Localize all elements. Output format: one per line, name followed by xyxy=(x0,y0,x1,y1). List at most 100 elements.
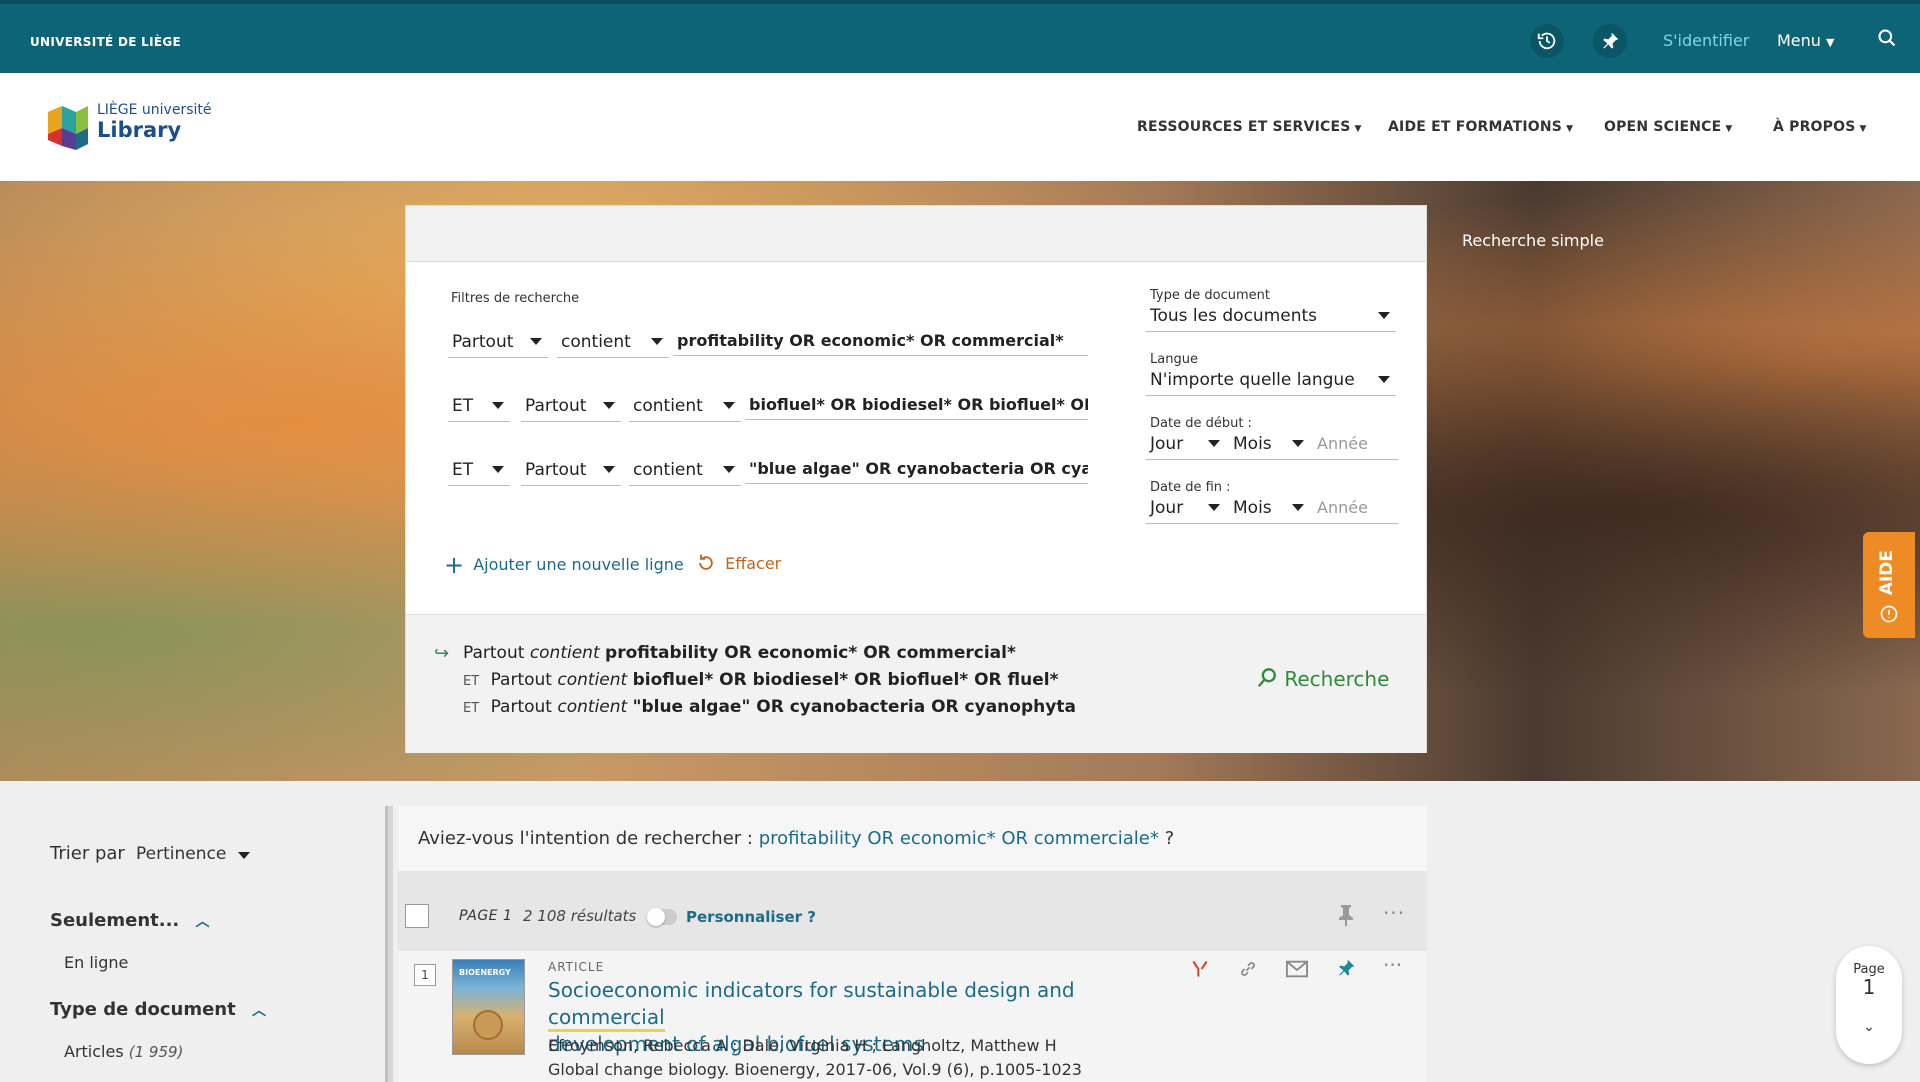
query-input-3[interactable]: "blue algae" OR cyanobacteria OR cyanoph xyxy=(745,454,1088,484)
doctype-label: Type de document xyxy=(1150,288,1270,303)
arrow-right-icon: ↪ xyxy=(434,643,450,664)
bool-select-2[interactable]: ET xyxy=(448,392,510,422)
end-day-select[interactable]: Jour xyxy=(1150,498,1183,518)
search-icon xyxy=(1257,668,1276,688)
select-value: contient xyxy=(633,396,703,416)
signin-link[interactable]: S'identifier xyxy=(1663,31,1749,50)
select-value: contient xyxy=(633,460,703,480)
cover-thumbnail[interactable]: BIOENERGY xyxy=(452,959,525,1055)
facet-articles[interactable]: Articles (1 959) xyxy=(64,1042,183,1061)
help-tab[interactable]: AIDE xyxy=(1863,532,1915,638)
nav-a-propos[interactable]: À PROPOS ▼ xyxy=(1773,119,1867,135)
bool-select-3[interactable]: ET xyxy=(448,456,510,486)
only-heading[interactable]: Seulement... ︿ xyxy=(50,910,210,931)
operator-select-2[interactable]: contient xyxy=(629,392,741,422)
summary-bool: ET xyxy=(463,701,480,716)
select-value: Jour xyxy=(1150,434,1184,454)
end-date-group: Jour Mois Année xyxy=(1146,494,1398,524)
results-area: Aviez-vous l'intention de rechercher : p… xyxy=(398,806,1427,1082)
more-options-icon[interactable]: ··· xyxy=(1383,953,1402,977)
logo-cube-icon xyxy=(48,106,88,150)
select-value: Partout xyxy=(525,460,587,480)
search-icon[interactable] xyxy=(1877,28,1897,52)
search-submit-button[interactable]: Recherche xyxy=(1256,667,1389,691)
select-value: Mois xyxy=(1233,498,1272,518)
pin-icon[interactable] xyxy=(1593,24,1627,58)
select-value: Tous les documents xyxy=(1150,306,1318,326)
select-value: contient xyxy=(561,332,631,352)
language-select[interactable]: N'importe quelle langue xyxy=(1146,366,1396,396)
query-text: profitability OR economic* OR commercial… xyxy=(677,331,1064,350)
end-month-select[interactable]: Mois xyxy=(1233,498,1272,518)
title-part-a: Socioeconomic indicators for sustainable… xyxy=(548,978,1075,1002)
select-value: Jour xyxy=(1150,498,1184,518)
nav-open-science[interactable]: OPEN SCIENCE ▼ xyxy=(1604,119,1733,135)
operator-select-1[interactable]: contient xyxy=(557,328,669,358)
sort-select[interactable]: Pertinence xyxy=(136,844,256,870)
facet-label: Articles xyxy=(64,1042,124,1061)
query-input-2[interactable]: biofluel* OR biodiesel* OR biofluel* OR … xyxy=(745,390,1088,420)
menu-label: Menu xyxy=(1777,31,1821,50)
nav-aide-formations[interactable]: AIDE ET FORMATIONS ▼ xyxy=(1388,119,1573,135)
citation-icon[interactable] xyxy=(1190,959,1210,983)
facets-sidebar: Trier par Pertinence Seulement... ︿ En l… xyxy=(0,781,390,1082)
pin-all-icon[interactable] xyxy=(1336,903,1356,931)
nav-ressources[interactable]: RESSOURCES ET SERVICES ▼ xyxy=(1137,119,1362,135)
start-year-input[interactable]: Année xyxy=(1317,434,1368,453)
start-month-select[interactable]: Mois xyxy=(1233,434,1272,454)
menu-button[interactable]: Menu ▼ xyxy=(1777,31,1835,50)
sidebar-divider[interactable] xyxy=(385,806,393,1082)
summary-operator: contient xyxy=(557,697,628,717)
chevron-down-icon[interactable]: ⌄ xyxy=(1836,1019,1902,1035)
site-header: LIÈGE université Library RESSOURCES ET S… xyxy=(0,73,1920,181)
nav-label: OPEN SCIENCE xyxy=(1604,119,1722,135)
facet-online[interactable]: En ligne xyxy=(64,953,128,972)
field-select-1[interactable]: Partout xyxy=(448,328,548,358)
caret-down-icon xyxy=(651,338,663,345)
start-day-select[interactable]: Jour xyxy=(1150,434,1183,454)
clear-button[interactable]: Effacer xyxy=(696,553,781,573)
simple-search-link[interactable]: Recherche simple xyxy=(1462,231,1604,250)
summary-query: "blue algae" OR cyanobacteria OR cyanoph… xyxy=(632,697,1076,717)
top-bar: UNIVERSITÉ DE LIÈGE S'identifier Menu ▼ xyxy=(0,0,1920,73)
field-select-2[interactable]: Partout xyxy=(521,392,621,422)
personalize-toggle[interactable] xyxy=(647,908,677,926)
select-value: Partout xyxy=(452,332,514,352)
operator-select-3[interactable]: contient xyxy=(629,456,741,486)
summary-operator: contient xyxy=(529,643,600,663)
caret-down-icon: ▼ xyxy=(1566,124,1574,134)
nav-label: RESSOURCES ET SERVICES xyxy=(1137,119,1351,135)
only-heading-label: Seulement... xyxy=(50,910,180,931)
page-indicator-number: 1 xyxy=(1862,975,1876,999)
select-all-checkbox[interactable] xyxy=(405,904,429,928)
result-index[interactable]: 1 xyxy=(414,964,436,986)
search-button-label: Recherche xyxy=(1284,667,1390,691)
result-item: 1 BIOENERGY ARTICLE Socioeconomic indica… xyxy=(398,951,1427,1082)
pin-result-icon[interactable] xyxy=(1336,957,1356,983)
more-options-icon[interactable]: ··· xyxy=(1383,901,1405,925)
caret-down-icon xyxy=(1208,440,1220,447)
did-you-mean-suffix: ? xyxy=(1158,828,1175,849)
title-highlight: commercial xyxy=(548,1005,665,1032)
caret-down-icon xyxy=(530,338,542,345)
library-logo[interactable]: LIÈGE université Library xyxy=(48,102,212,154)
chevron-up-icon: ︿ xyxy=(195,914,210,930)
end-year-input[interactable]: Année xyxy=(1317,498,1368,517)
email-icon[interactable] xyxy=(1286,960,1308,982)
permalink-icon[interactable] xyxy=(1238,959,1258,983)
field-select-3[interactable]: Partout xyxy=(521,456,621,486)
doctype-select[interactable]: Tous les documents xyxy=(1146,302,1396,332)
query-input-1[interactable]: profitability OR economic* OR commercial… xyxy=(673,326,1088,356)
did-you-mean-link[interactable]: profitability OR economic* OR commercial… xyxy=(759,828,1159,849)
add-line-label: Ajouter une nouvelle ligne xyxy=(473,555,684,574)
query-text: biofluel* OR biodiesel* OR biofluel* OR … xyxy=(749,395,1088,414)
doctype-heading[interactable]: Type de document ︿ xyxy=(50,999,266,1020)
result-type: ARTICLE xyxy=(548,960,605,974)
results-count: 2 108 résultats xyxy=(523,907,637,925)
caret-down-icon xyxy=(238,852,250,859)
caret-down-icon xyxy=(1378,376,1390,383)
caret-down-icon xyxy=(603,466,615,473)
personalize-label[interactable]: Personnaliser ? xyxy=(686,908,816,926)
add-line-button[interactable]: + Ajouter une nouvelle ligne xyxy=(444,551,684,579)
history-icon[interactable] xyxy=(1530,24,1564,58)
